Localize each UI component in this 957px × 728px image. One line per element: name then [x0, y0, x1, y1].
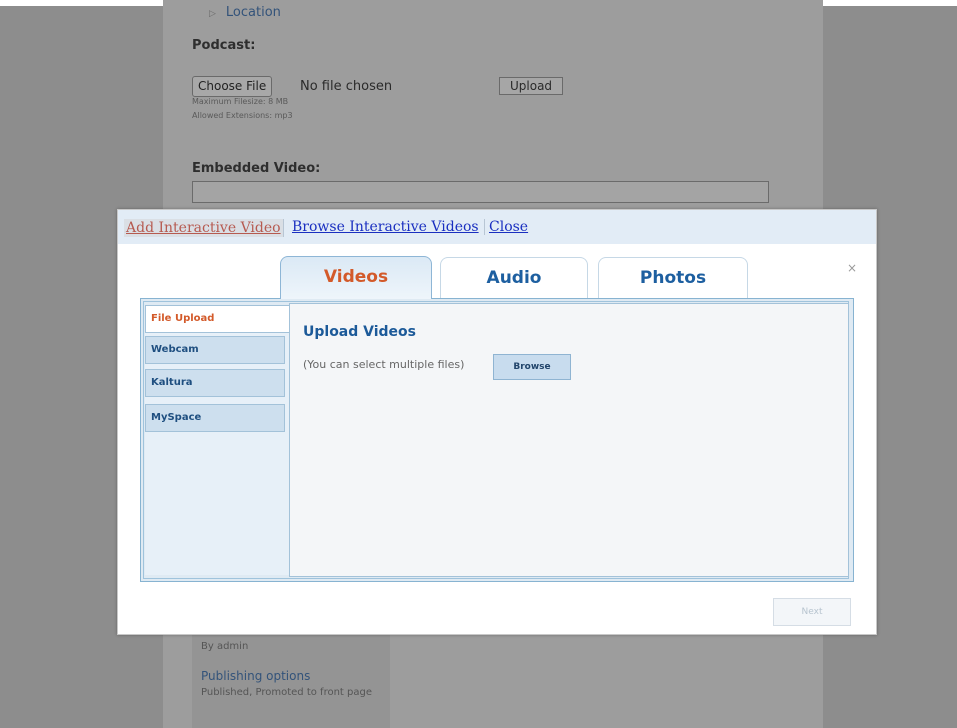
publishing-options-summary: Published, Promoted to front page [201, 687, 372, 698]
podcast-upload-button[interactable]: Upload [499, 77, 564, 95]
choose-file-button[interactable]: Choose File [192, 76, 273, 97]
interactive-video-modal: Add Interactive Video Browse Interactive… [117, 209, 877, 635]
author-text: By admin [201, 641, 249, 652]
add-interactive-video-link[interactable]: Add Interactive Video [124, 219, 284, 237]
upload-pane: Upload Videos (You can select multiple f… [289, 303, 849, 577]
sidetab-kaltura[interactable]: Kaltura [145, 369, 285, 397]
max-filesize-text: Maximum Filesize: 8 MB [192, 97, 289, 106]
sidetab-myspace[interactable]: MySpace [145, 404, 285, 432]
allowed-extensions-text: Allowed Extensions: mp3 [192, 111, 293, 120]
close-link[interactable]: Close [484, 219, 528, 235]
tab-videos[interactable]: Videos [280, 256, 432, 299]
embedded-video-label: Embedded Video: [192, 161, 321, 176]
tab-audio[interactable]: Audio [440, 257, 588, 298]
videos-panel: File Upload Webcam Kaltura MySpace Uploa… [140, 298, 854, 582]
expand-triangle-icon: ▷ [209, 9, 216, 19]
tab-photos[interactable]: Photos [598, 257, 748, 298]
publishing-options-link[interactable]: Publishing options [201, 669, 310, 683]
upload-hint-text: (You can select multiple files) [303, 358, 465, 371]
close-icon[interactable]: × [847, 261, 857, 275]
next-button[interactable]: Next [773, 598, 851, 626]
location-link[interactable]: ▷ Location [209, 5, 281, 20]
no-file-text: No file chosen [300, 79, 393, 94]
upload-videos-title: Upload Videos [303, 324, 417, 340]
sidetab-webcam[interactable]: Webcam [145, 336, 285, 364]
podcast-label: Podcast: [192, 38, 256, 53]
modal-link-bar: Add Interactive Video Browse Interactive… [118, 210, 876, 244]
embedded-video-input[interactable] [192, 181, 769, 203]
browse-interactive-videos-link[interactable]: Browse Interactive Videos [292, 219, 479, 235]
location-label: Location [225, 5, 281, 20]
sidetab-file-upload[interactable]: File Upload [145, 305, 291, 333]
browse-button[interactable]: Browse [493, 354, 571, 380]
